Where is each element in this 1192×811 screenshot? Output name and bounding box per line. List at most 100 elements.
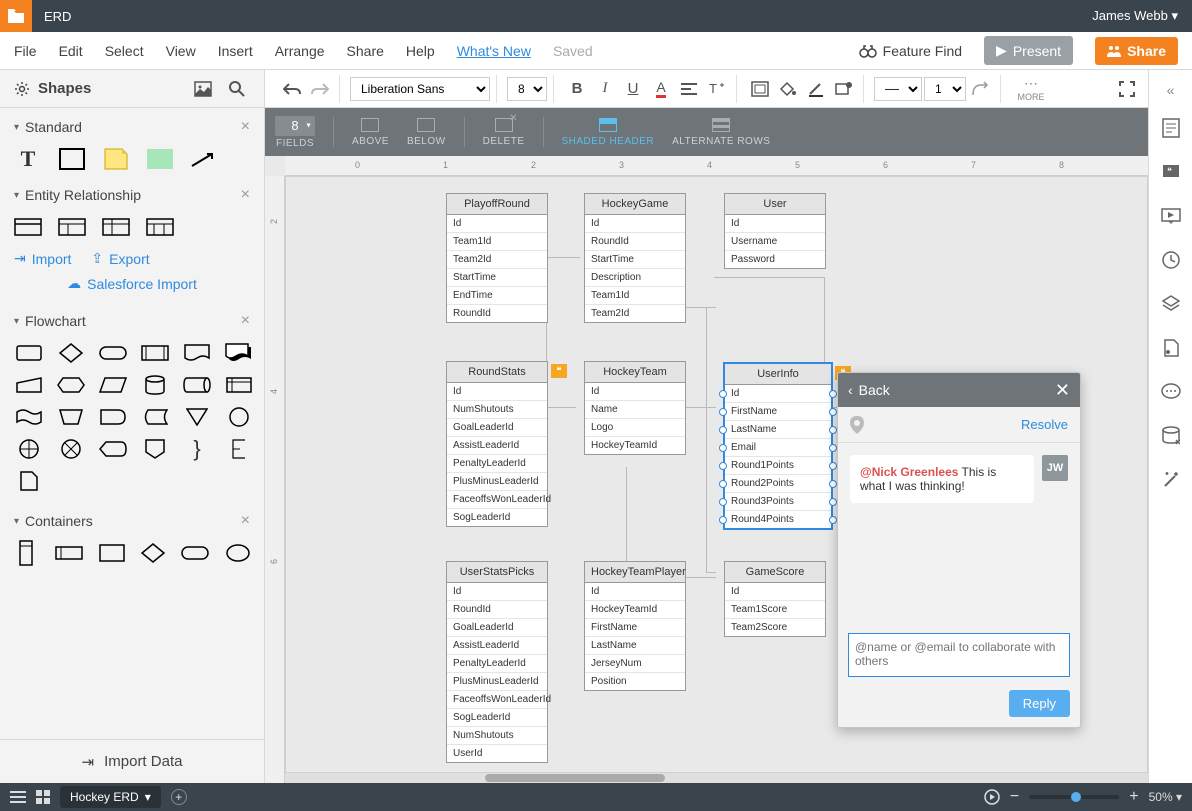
shape-process[interactable] <box>14 342 44 364</box>
shape-arrow[interactable] <box>190 148 218 170</box>
menu-insert[interactable]: Insert <box>218 43 253 59</box>
shape-direct[interactable] <box>182 374 212 396</box>
shape-lane-v[interactable] <box>14 542 39 564</box>
close-icon[interactable]: × <box>241 512 250 530</box>
bold-button[interactable]: B <box>564 76 590 102</box>
shape-terminator[interactable] <box>98 342 128 364</box>
list-view-icon[interactable] <box>10 790 26 804</box>
shape-sum[interactable] <box>56 438 86 460</box>
table-roundstats[interactable]: ❝ RoundStats Id NumShutouts GoalLeaderId… <box>446 361 548 527</box>
shape-container-diamond[interactable] <box>141 542 166 564</box>
shape-card[interactable] <box>14 470 44 492</box>
undo-button[interactable] <box>279 76 305 102</box>
page-tab[interactable]: Hockey ERD▾ <box>60 786 161 808</box>
export-link[interactable]: ⇪Export <box>91 250 149 267</box>
close-icon[interactable]: × <box>241 118 250 136</box>
shape-container-rect[interactable] <box>99 542 125 564</box>
back-button[interactable]: ‹ Back <box>848 382 890 398</box>
line-width-select[interactable]: 1 px <box>924 77 966 101</box>
pointer-mode-icon[interactable] <box>984 789 1000 805</box>
italic-button[interactable]: I <box>592 76 618 102</box>
present-button[interactable]: ▶ Present <box>984 36 1073 65</box>
import-data-button[interactable]: ⇥ Import Data <box>0 739 264 783</box>
shape-er-4[interactable] <box>146 216 174 238</box>
shape-predef[interactable] <box>140 342 170 364</box>
fill-button[interactable] <box>775 76 801 102</box>
close-icon[interactable]: × <box>241 312 250 330</box>
insert-above-button[interactable]: ABOVE <box>352 118 389 147</box>
add-page-button[interactable]: + <box>171 789 187 805</box>
shape-rect[interactable] <box>58 148 86 170</box>
import-link[interactable]: ⇥Import <box>14 250 71 267</box>
table-playoffround[interactable]: PlayoffRound Id Team1Id Team2Id StartTim… <box>446 193 548 323</box>
text-color-button[interactable]: A <box>648 76 674 102</box>
shape-manual-input[interactable] <box>14 374 44 396</box>
section-standard[interactable]: ▾ Standard × <box>0 108 264 142</box>
shape-er-2[interactable] <box>58 216 86 238</box>
shape-lane-h[interactable] <box>55 542 83 564</box>
shape-display[interactable] <box>98 438 128 460</box>
horizontal-scrollbar[interactable] <box>285 773 1148 783</box>
shape-paper[interactable] <box>14 406 44 428</box>
text-options-button[interactable]: T <box>704 76 730 102</box>
table-gamescore[interactable]: GameScore Id Team1Score Team2Score <box>724 561 826 637</box>
zoom-in-button[interactable]: + <box>1129 788 1138 806</box>
location-pin-icon[interactable] <box>850 416 864 434</box>
font-family-select[interactable]: Liberation Sans <box>350 77 490 101</box>
underline-button[interactable]: U <box>620 76 646 102</box>
line-style-select[interactable]: ─── <box>874 77 922 101</box>
collapse-dock-button[interactable]: « <box>1149 76 1192 104</box>
dock-page-icon[interactable] <box>1154 108 1188 148</box>
menu-whats-new[interactable]: What's New <box>457 43 531 59</box>
dock-database-icon[interactable] <box>1154 416 1188 456</box>
menu-share[interactable]: Share <box>347 43 384 59</box>
menu-file[interactable]: File <box>14 43 37 59</box>
dock-chat-icon[interactable] <box>1154 372 1188 412</box>
comment-input[interactable] <box>848 633 1070 677</box>
table-user[interactable]: User Id Username Password <box>724 193 826 269</box>
shape-text[interactable]: T <box>14 148 42 170</box>
shape-delay[interactable] <box>98 406 128 428</box>
shape-outline-button[interactable] <box>747 76 773 102</box>
shape-multidoc[interactable] <box>224 342 254 364</box>
menu-help[interactable]: Help <box>406 43 435 59</box>
table-hockeyteamplayer[interactable]: HockeyTeamPlayer Id HockeyTeamId FirstNa… <box>584 561 686 691</box>
section-containers[interactable]: ▾ Containers × <box>0 502 264 536</box>
menu-arrange[interactable]: Arrange <box>275 43 325 59</box>
shape-data[interactable] <box>98 374 128 396</box>
shape-connector[interactable] <box>224 406 254 428</box>
delete-field-button[interactable]: ✕DELETE <box>483 118 525 147</box>
gear-icon[interactable] <box>14 81 30 97</box>
user-menu[interactable]: James Webb ▾ <box>1078 8 1192 24</box>
zoom-out-button[interactable]: − <box>1010 788 1019 806</box>
shaded-header-button[interactable]: SHADED HEADER <box>562 118 655 147</box>
shape-database[interactable] <box>140 374 170 396</box>
shape-decision[interactable] <box>56 342 86 364</box>
shape-style-button[interactable] <box>831 76 857 102</box>
document-title[interactable]: ERD <box>32 9 83 24</box>
shape-container-circle[interactable] <box>225 542 250 564</box>
shape-er-3[interactable] <box>102 216 130 238</box>
resolve-button[interactable]: Resolve <box>1021 417 1068 432</box>
zoom-level[interactable]: 50% ▾ <box>1149 790 1182 804</box>
close-button[interactable]: ✕ <box>1055 380 1070 401</box>
table-userstatspicks[interactable]: UserStatsPicks Id RoundId GoalLeaderId A… <box>446 561 548 763</box>
table-userinfo[interactable]: ❝ UserInfo Id FirstName LastName Email R… <box>724 363 832 529</box>
menu-select[interactable]: Select <box>105 43 144 59</box>
line-shape-button[interactable] <box>968 76 994 102</box>
shape-note[interactable] <box>102 148 130 170</box>
redo-button[interactable] <box>307 76 333 102</box>
dock-magic-icon[interactable] <box>1154 460 1188 500</box>
shape-merge[interactable] <box>182 406 212 428</box>
section-er[interactable]: ▾ Entity Relationship × <box>0 176 264 210</box>
shape-er-1[interactable] <box>14 216 42 238</box>
more-button[interactable]: ⋯ MORE <box>1011 75 1051 102</box>
line-color-button[interactable] <box>803 76 829 102</box>
fullscreen-button[interactable] <box>1114 76 1140 102</box>
shape-hexagon[interactable] <box>56 374 86 396</box>
salesforce-import-link[interactable]: ☁Salesforce Import <box>67 275 197 292</box>
search-icon[interactable] <box>224 76 250 102</box>
fields-stepper[interactable]: 8 FIELDS <box>275 116 315 149</box>
align-button[interactable] <box>676 76 702 102</box>
comment-marker-icon[interactable]: ❝ <box>551 364 567 378</box>
